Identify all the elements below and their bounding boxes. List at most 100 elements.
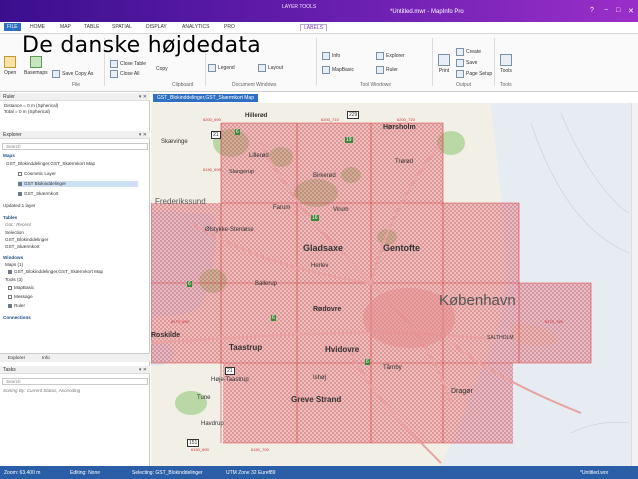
tables-sort[interactable]: Got.: Recent	[5, 222, 31, 228]
print-button[interactable]: Print	[438, 54, 450, 74]
projection-status[interactable]: UTM Zone 32 Euref89	[226, 470, 275, 476]
layer-skaermkort[interactable]: GST_Skærmkort	[18, 191, 58, 197]
tools-button[interactable]: Tools	[500, 54, 512, 74]
tasks-sorting[interactable]: Sorting By: Current Status, Ascending	[3, 388, 80, 394]
town-label: Dragør	[451, 388, 473, 395]
status-bar: Zoom: 63.400 m Editing: None Selecting: …	[0, 466, 638, 479]
tab-labels[interactable]: LABELS	[300, 24, 327, 31]
tool-windows-group-label: Tool Windows	[360, 82, 391, 88]
create-button[interactable]: Create	[456, 48, 481, 56]
sea-contours	[530, 112, 630, 434]
output-group-label: Output	[456, 82, 472, 88]
tasks-panel-header[interactable]: Tasks ▾ ✕	[0, 366, 150, 374]
town-label: Gentofte	[383, 243, 420, 253]
tool-ruler[interactable]: Ruler	[8, 303, 25, 309]
app-title: *Untitled.mwr - MapInfo Pro	[390, 9, 464, 15]
windows-header[interactable]: Windows	[3, 255, 23, 261]
zoom-status[interactable]: Zoom: 63.400 m	[4, 470, 40, 476]
checkbox[interactable]	[8, 269, 12, 274]
panel-tabs: Explorer Info	[0, 353, 150, 362]
maximize-button[interactable]: □	[616, 7, 620, 14]
panel-controls-icon[interactable]: ▾ ✕	[139, 131, 147, 139]
window-map-item[interactable]: GST_Blokinddelinger,GST_Skærmkort Map	[8, 269, 103, 275]
tasks-search-input[interactable]: Search	[2, 378, 148, 385]
tab-file[interactable]: FILE	[4, 23, 21, 31]
checkbox[interactable]	[18, 181, 22, 186]
map-scrollbar[interactable]	[631, 103, 638, 466]
checkbox[interactable]	[8, 303, 12, 308]
route-shield: 6	[187, 281, 192, 287]
page-setup-button[interactable]: Page Setup	[456, 70, 492, 78]
checkbox[interactable]	[8, 285, 12, 290]
mapbasic-button[interactable]: MapBasic	[322, 66, 354, 74]
editing-status[interactable]: Editing: None	[70, 470, 100, 476]
map-canvas[interactable]: Gladsaxe Gentofte København Taastrup Hvi…	[151, 103, 631, 466]
layer-blokinddelinger[interactable]: GST Blokinddelinger	[18, 181, 138, 187]
tab-home[interactable]: HOME	[30, 24, 45, 30]
minimize-button[interactable]: −	[604, 7, 608, 14]
explorer-button[interactable]: Explorer	[376, 52, 405, 60]
copy-button[interactable]: Copy	[156, 66, 168, 72]
table-item[interactable]: Selection	[5, 230, 24, 236]
maps-header[interactable]: Maps	[3, 153, 15, 159]
route-shield: 6	[271, 315, 276, 321]
layout-button[interactable]: Layout	[258, 64, 283, 72]
ruler-panel-header[interactable]: Ruler ▾ ✕	[0, 93, 150, 101]
selecting-status[interactable]: Selecting: GST_Blokinddelinger	[132, 470, 203, 476]
close-button[interactable]: ✕	[628, 7, 634, 15]
tab-table[interactable]: TABLE	[84, 24, 99, 30]
tab-explorer[interactable]: Explorer	[8, 355, 25, 361]
checkbox[interactable]	[18, 191, 22, 196]
explorer-search-input[interactable]: Search	[2, 143, 148, 150]
tools-count[interactable]: Tools (3)	[5, 277, 23, 283]
grid-label: 6170_740	[545, 319, 563, 324]
connections-header[interactable]: Connections	[3, 315, 31, 321]
grid-label: 6200_690	[203, 117, 221, 122]
route-shield: 6	[365, 359, 370, 365]
help-button[interactable]: ?	[590, 7, 594, 14]
legend-button[interactable]: Legend	[208, 64, 235, 72]
open-button[interactable]: Open	[4, 56, 16, 76]
close-table-button[interactable]: Close Table	[110, 60, 146, 68]
map-document-tab[interactable]: GST_Blokinddelinger,GST_Skærmkort Map	[153, 94, 258, 102]
town-label: Ballerup	[255, 281, 278, 287]
checkbox[interactable]	[18, 171, 22, 176]
tab-spatial[interactable]: SPATIAL	[112, 24, 132, 30]
town-label: Tune	[197, 395, 211, 401]
save-copy-as-button[interactable]: Save Copy As	[52, 70, 93, 78]
town-label: Rødovre	[313, 306, 342, 313]
tab-info[interactable]: Info	[42, 355, 50, 361]
layer-cosmetic[interactable]: Cosmetic Layer	[18, 171, 56, 177]
explorer-panel-header[interactable]: Explorer ▾ ✕	[0, 131, 150, 139]
close-all-button[interactable]: Close All	[110, 70, 139, 78]
grid-label: 6200_710	[321, 117, 339, 122]
close-all-icon	[110, 70, 118, 78]
tool-message[interactable]: Message	[8, 294, 33, 300]
tab-map[interactable]: MAP	[60, 24, 71, 30]
save-output-button[interactable]: Save	[456, 59, 477, 67]
tables-header[interactable]: Tables	[3, 215, 17, 221]
panel-controls-icon[interactable]: ▾ ✕	[139, 366, 147, 374]
map-svg[interactable]	[151, 103, 631, 466]
panel-controls-icon[interactable]: ▾ ✕	[139, 93, 147, 101]
printer-icon	[438, 54, 450, 66]
info-button[interactable]: Info	[322, 52, 340, 60]
town-label: Taastrup	[229, 343, 263, 352]
town-label: Hørsholm	[383, 124, 416, 131]
page-setup-icon	[456, 70, 464, 78]
checkbox[interactable]	[8, 294, 12, 299]
table-item[interactable]: GST_Skærmkort	[5, 244, 39, 250]
tab-analytics[interactable]: ANALYTICS	[182, 24, 209, 30]
save-icon	[456, 59, 464, 67]
town-label: Tårnby	[383, 365, 402, 371]
tab-display[interactable]: DISPLAY	[146, 24, 167, 30]
tab-pro[interactable]: PRO	[224, 24, 235, 30]
map-item[interactable]: GST_Blokinddelinger,GST_Skærmkort Map	[6, 161, 95, 167]
maps-count[interactable]: Maps (1)	[5, 262, 23, 268]
basemaps-button[interactable]: Basemaps	[24, 56, 48, 76]
table-item[interactable]: GST_Blokinddelinger	[5, 237, 48, 243]
ruler-button[interactable]: Ruler	[376, 66, 398, 74]
route-shield: 6	[235, 129, 240, 135]
tool-mapbasic[interactable]: MapBasic	[8, 285, 34, 291]
save-icon	[52, 70, 60, 78]
